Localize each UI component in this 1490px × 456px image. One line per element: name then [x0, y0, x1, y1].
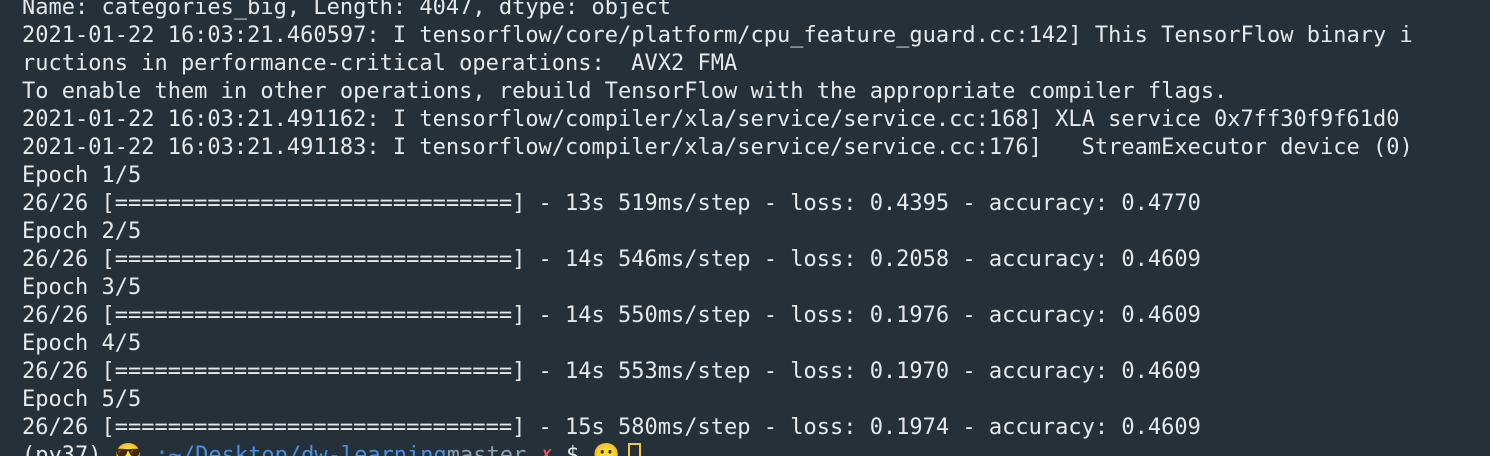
current-directory: :~/Desktop/dw-learning [155, 443, 447, 456]
git-dirty-icon: ✗ [539, 443, 553, 456]
terminal-window[interactable]: Name: categories_big, Length: 4047, dtyp… [0, 0, 1490, 456]
terminal-output: Name: categories_big, Length: 4047, dtyp… [22, 0, 1490, 456]
output-line: To enable them in other operations, rebu… [22, 79, 1228, 104]
output-line: 2021-01-22 16:03:21.460597: I tensorflow… [22, 23, 1413, 48]
epoch-line: Epoch 5/5 [22, 387, 142, 412]
sunglasses-emoji-icon: 😎 [114, 443, 143, 456]
git-branch: master [446, 443, 527, 456]
progress-line: 26/26 [==============================] -… [22, 415, 1201, 440]
epoch-line: Epoch 3/5 [22, 275, 142, 300]
epoch-line: Epoch 2/5 [22, 219, 142, 244]
progress-line: 26/26 [==============================] -… [22, 303, 1201, 328]
output-line: 2021-01-22 16:03:21.491183: I tensorflow… [22, 135, 1413, 160]
text-cursor[interactable] [627, 443, 641, 456]
output-line: 2021-01-22 16:03:21.491162: I tensorflow… [22, 107, 1400, 132]
progress-line: 26/26 [==============================] -… [22, 359, 1201, 384]
epoch-line: Epoch 4/5 [22, 331, 142, 356]
conda-env-label: (py37) [22, 443, 102, 456]
epoch-line: Epoch 1/5 [22, 163, 142, 188]
shell-prompt[interactable]: (py37) 😎 :~/Desktop/dw-learningmaster ✗ … [22, 442, 1490, 456]
output-line: Name: categories_big, Length: 4047, dtyp… [22, 0, 672, 20]
surprised-emoji-icon: 😮 [592, 443, 620, 456]
prompt-symbol: $ [566, 443, 580, 456]
progress-line: 26/26 [==============================] -… [22, 247, 1201, 272]
progress-line: 26/26 [==============================] -… [22, 191, 1201, 216]
output-line: ructions in performance-critical operati… [22, 51, 738, 76]
